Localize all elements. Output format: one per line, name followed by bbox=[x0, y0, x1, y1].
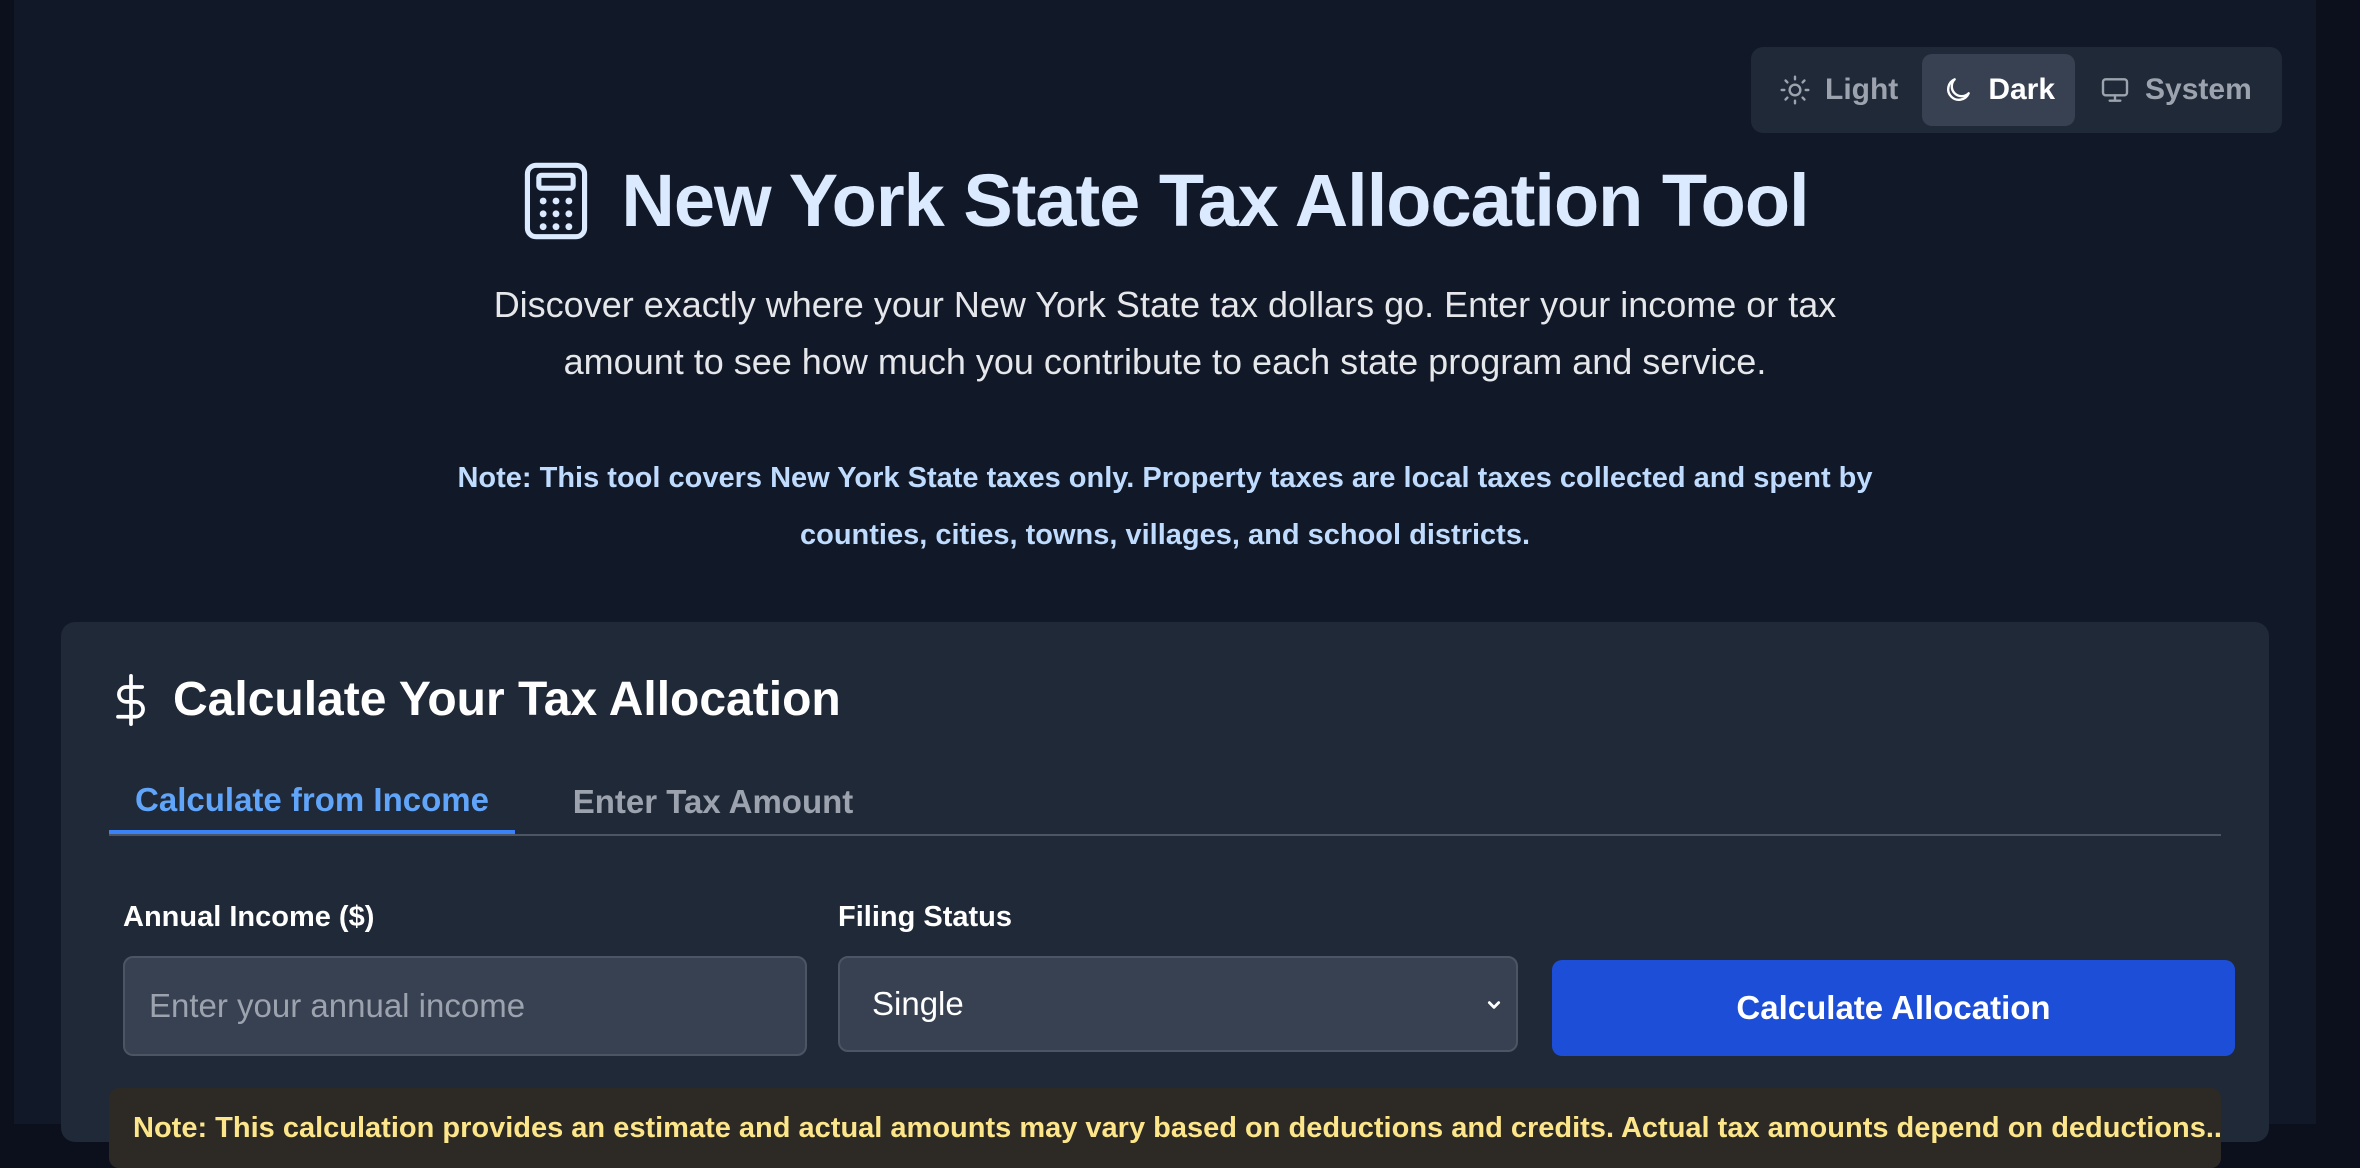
calculator-card-header: Calculate Your Tax Allocation bbox=[111, 672, 841, 727]
page-title: New York State Tax Allocation Tool bbox=[621, 159, 1809, 242]
theme-system-label: System bbox=[2145, 73, 2252, 106]
tab-calculate-from-income[interactable]: Calculate from Income bbox=[109, 770, 515, 834]
chevron-down-icon bbox=[1487, 1001, 1501, 1009]
scope-note-block: Note: This tool covers New York State ta… bbox=[14, 450, 2316, 564]
moon-icon bbox=[1947, 78, 1971, 101]
calculator-tabs: Calculate from Income Enter Tax Amount bbox=[109, 770, 2221, 836]
page-header: New York State Tax Allocation Tool bbox=[14, 158, 2316, 243]
income-label: Annual Income ($) bbox=[123, 901, 375, 933]
calculator-icon bbox=[525, 162, 588, 239]
theme-dark-label: Dark bbox=[1988, 73, 2056, 106]
income-input[interactable] bbox=[123, 956, 807, 1056]
calculate-allocation-button[interactable]: Calculate Allocation bbox=[1552, 960, 2235, 1056]
filing-status-select[interactable]: Single bbox=[838, 956, 1518, 1052]
filing-status-value: Single bbox=[872, 985, 964, 1022]
page-subtitle: Discover exactly where your New York Sta… bbox=[493, 284, 1837, 382]
theme-dark-button[interactable]: Dark bbox=[1922, 54, 2076, 126]
theme-system-button[interactable]: System bbox=[2079, 54, 2272, 126]
calculator-title: Calculate Your Tax Allocation bbox=[173, 673, 841, 726]
page-frame: Light Dark System New York State Tax All… bbox=[14, 0, 2316, 1168]
scope-note: Note: This tool covers New York State ta… bbox=[457, 462, 1873, 551]
theme-light-button[interactable]: Light bbox=[1759, 54, 1918, 126]
tab-enter-tax-amount[interactable]: Enter Tax Amount bbox=[515, 770, 911, 834]
page-subtitle-block: Discover exactly where your New York Sta… bbox=[14, 276, 2316, 390]
sun-icon bbox=[1780, 75, 1810, 105]
estimate-warning-text: Note: This calculation provides an estim… bbox=[133, 1112, 2221, 1144]
theme-light-label: Light bbox=[1825, 73, 1899, 106]
dollar-icon bbox=[116, 673, 145, 726]
calculator-card: Calculate Your Tax Allocation Calculate … bbox=[61, 622, 2269, 1168]
estimate-warning: Note: This calculation provides an estim… bbox=[109, 1088, 2221, 1168]
filing-status-label: Filing Status bbox=[838, 901, 1012, 933]
theme-toggle: Light Dark System bbox=[1751, 47, 2282, 133]
monitor-icon bbox=[2101, 78, 2129, 102]
